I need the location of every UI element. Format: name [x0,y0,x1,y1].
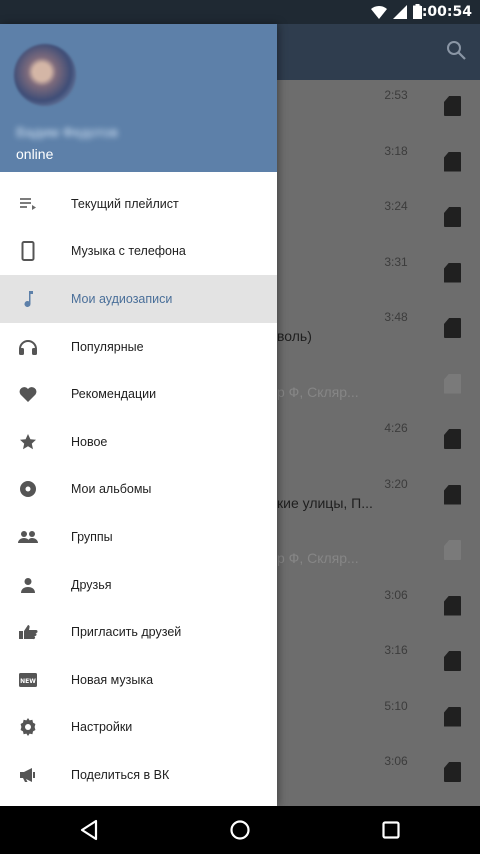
search-icon[interactable] [446,40,466,65]
drawer-menu: Текущий плейлист Музыка с телефона Мои ауд… [0,180,277,799]
settings-icon [18,717,38,737]
sd-card-icon[interactable] [444,706,461,727]
drawer-item[interactable]: Музыка с телефона [0,228,277,276]
drawer-item-label: Новая музыка [71,672,154,687]
track-duration: 3:31 [384,254,408,269]
home-icon[interactable] [228,818,252,842]
drawer-item-label: Рекомендации [71,387,157,402]
drawer-item-label: Текущий плейлист [71,196,179,211]
playlist-icon [18,194,38,214]
drawer-item-label: Мои альбомы [71,482,152,497]
sd-card-icon[interactable] [444,484,461,505]
track-duration: 4:26 [384,421,408,435]
drawer-item[interactable]: Мои аудиозаписи [0,275,277,323]
headphones-icon [18,337,38,357]
track-duration: 3:06 [384,754,408,768]
user-name-blurred: Вадим Федотов [16,124,118,140]
status-time: 7:00:54 [412,4,472,20]
drawer-item[interactable]: Поделиться в ВК [0,751,277,799]
drawer-item-label: Пригласить друзей [71,625,182,640]
track-duration: 2:53 [384,88,408,102]
sd-card-icon[interactable] [444,540,461,560]
person-icon [18,575,38,595]
drawer-item[interactable]: Популярные [0,323,277,371]
drawer-item[interactable]: NEW Новая музыка [0,656,277,704]
user-status: online [16,146,54,162]
sd-card-icon[interactable] [444,651,461,671]
track-duration: 5:10 [384,698,408,713]
track-title-fragment: воль) [277,328,312,344]
track-title-fragment: кие улицы, П... [277,494,373,511]
drawer-item-label: Настройки [71,720,133,735]
drawer-item[interactable]: Новое [0,418,277,466]
new-badge-icon: NEW [18,670,38,690]
system-nav-bar [0,806,480,854]
heart-icon [18,384,38,404]
invite-icon [18,622,38,642]
wifi-icon [371,5,387,19]
sd-card-icon[interactable] [444,207,461,227]
track-duration: 3:16 [384,643,408,657]
drawer-header: Вадим Федотов online [0,24,277,172]
recents-icon[interactable] [379,818,403,842]
drawer-item-label: Музыка с телефона [71,244,186,259]
group-icon [18,527,38,547]
signal-icon [393,4,407,19]
drawer-item[interactable]: Друзья [0,561,277,609]
drawer-item[interactable]: Текущий плейлист [0,180,277,228]
drawer-item[interactable]: Рекомендации [0,370,277,418]
sd-card-icon[interactable] [444,151,461,172]
status-bar: 7:00:54 [0,0,480,24]
avatar[interactable] [14,44,76,106]
drawer-item[interactable]: Мои альбомы [0,466,277,514]
sd-card-icon[interactable] [444,429,461,449]
drawer-item[interactable]: Группы [0,513,277,561]
sd-card-icon[interactable] [444,373,461,394]
sd-card-icon[interactable] [444,762,461,782]
sd-card-icon[interactable] [444,96,461,116]
star-icon [18,432,38,452]
back-icon[interactable] [78,818,102,842]
track-title-fragment: р Ф, Скляр... [277,550,359,566]
track-duration: 3:18 [384,143,408,158]
drawer-item-label: Популярные [71,339,144,354]
phone-icon [18,241,38,262]
track-duration: 3:20 [384,476,408,491]
sd-card-icon[interactable] [444,318,461,338]
drawer-item-label: Поделиться в ВК [71,767,170,782]
drawer-item-label: Группы [71,529,113,544]
megaphone-icon [18,765,38,785]
track-duration: 3:06 [384,587,408,602]
navigation-drawer: Вадим Федотов online Текущий плейлист Муз… [0,24,277,806]
drawer-item[interactable]: Пригласить друзей [0,608,277,656]
drawer-item-label: Друзья [71,577,112,592]
music-note-icon [18,289,38,309]
drawer-item[interactable]: Настройки [0,704,277,752]
drawer-item-label: Мои аудиозаписи [71,291,173,306]
drawer-item-label: Новое [71,434,108,449]
album-icon [18,479,38,499]
track-duration: 3:48 [384,310,408,324]
track-duration: 3:24 [384,199,408,213]
sd-card-icon[interactable] [444,595,461,616]
sd-card-icon[interactable] [444,262,461,283]
track-title-fragment: р Ф, Скляр... [277,383,359,400]
svg-text:NEW: NEW [20,678,36,685]
